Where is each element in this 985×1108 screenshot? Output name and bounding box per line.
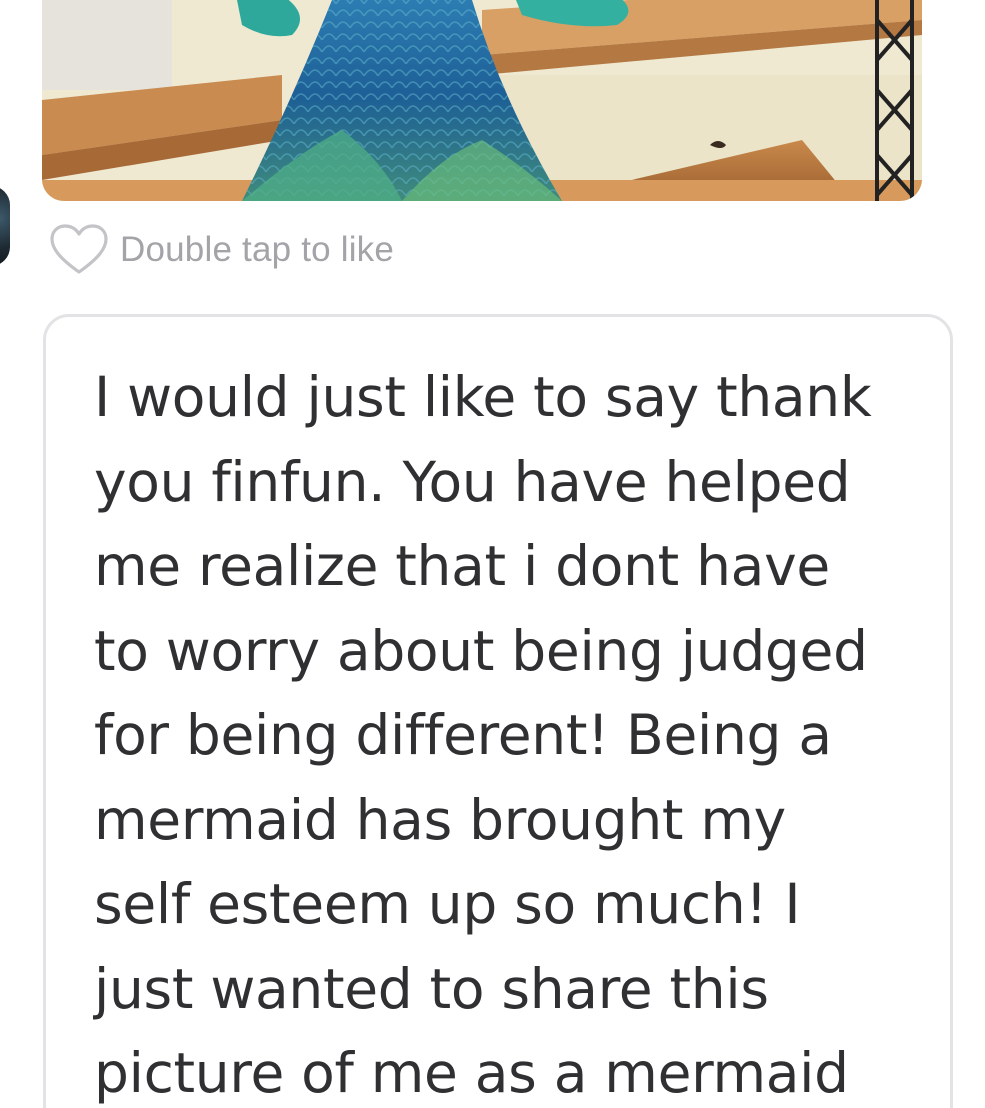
- message-line: to worry about being judged: [94, 618, 868, 683]
- message-line: you finfun. You have helped: [94, 449, 851, 514]
- message-text: I would just like to say thank you finfun…: [94, 355, 934, 1108]
- chat-view: Double tap to like I would just like to …: [0, 0, 985, 1108]
- message-line: self esteem up so much! I: [94, 872, 801, 936]
- message-line: picture of me as a mermaid: [94, 1041, 849, 1105]
- heart-outline-icon[interactable]: [48, 222, 110, 278]
- sender-avatar[interactable]: [0, 186, 10, 266]
- message-bubble: I would just like to say thank you finfun…: [43, 314, 953, 1108]
- mermaid-photo: [42, 0, 922, 201]
- like-label: Double tap to like: [120, 230, 395, 269]
- message-line: for being different! Being a: [94, 703, 832, 767]
- message-line: mermaid has brought my: [94, 787, 786, 852]
- message-line: I would just like to say thank: [94, 365, 872, 429]
- like-row[interactable]: Double tap to like: [48, 222, 394, 278]
- message-line: me realize that i dont have: [94, 534, 830, 598]
- photo-attachment[interactable]: [42, 0, 922, 201]
- message-line: just wanted to share this: [94, 956, 769, 1021]
